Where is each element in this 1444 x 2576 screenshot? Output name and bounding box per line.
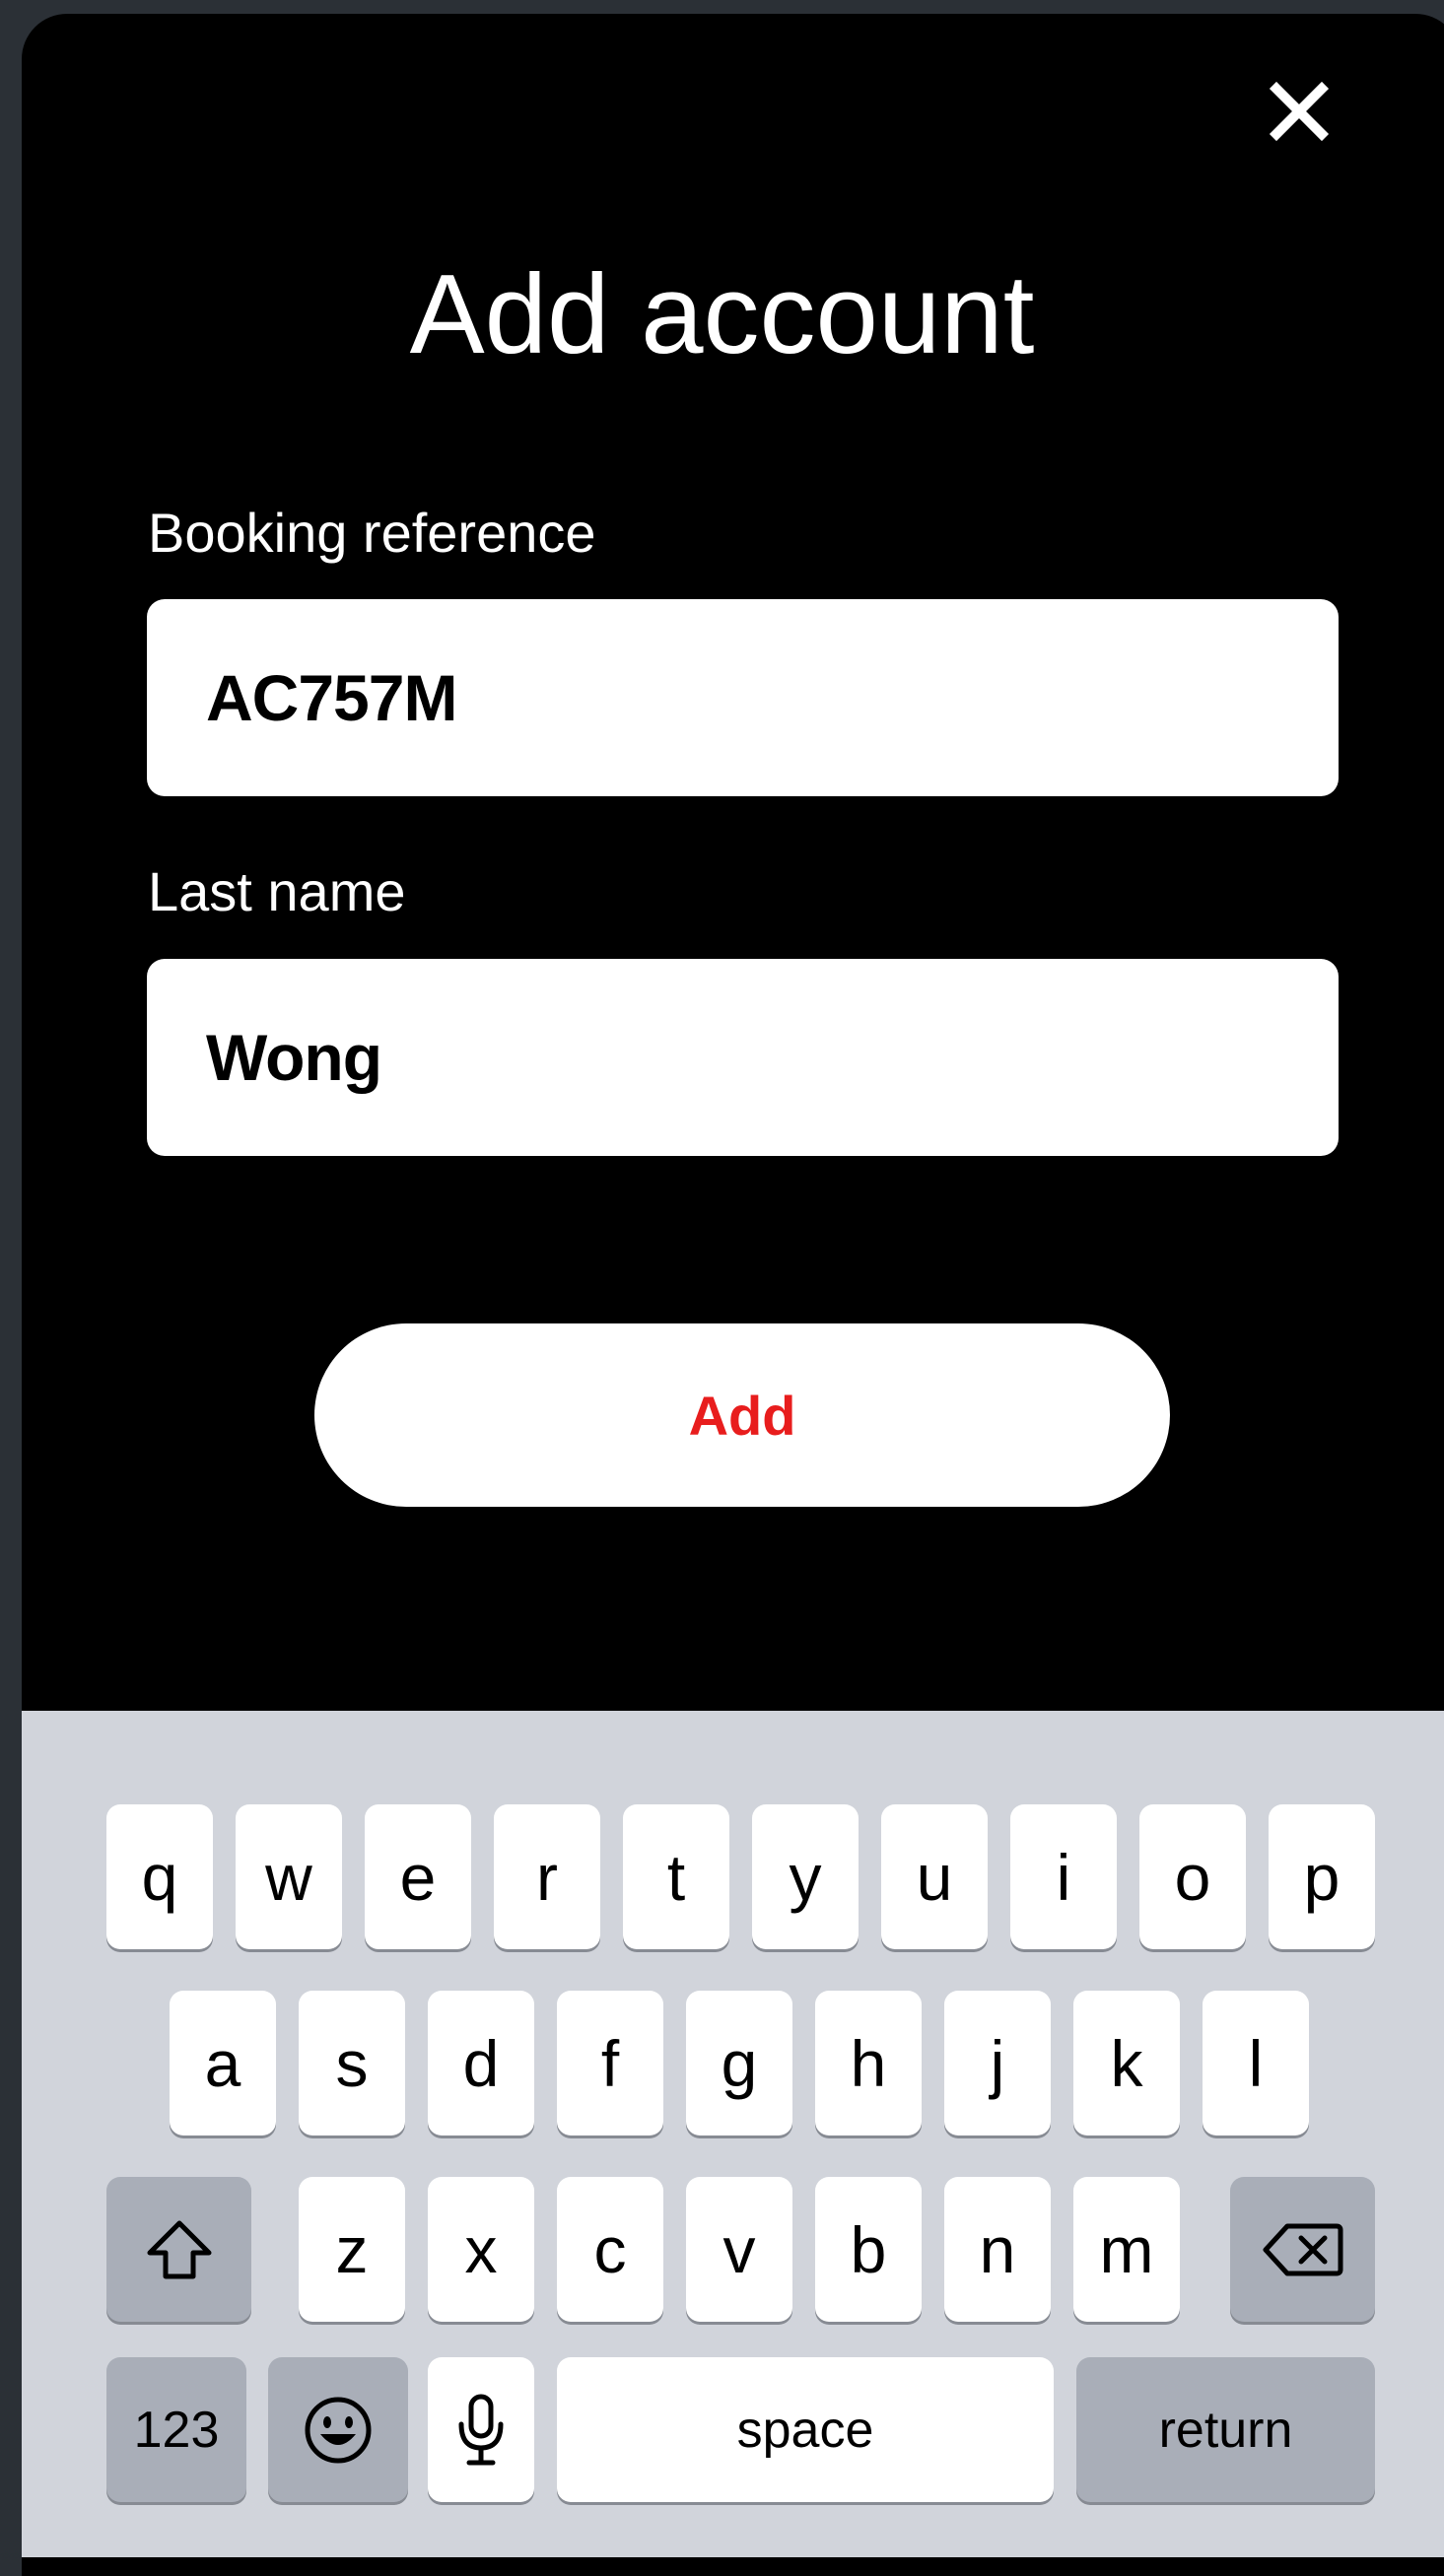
emoji-key[interactable] <box>268 2357 408 2502</box>
key-b[interactable]: b <box>815 2177 922 2322</box>
key-u[interactable]: u <box>881 1804 988 1949</box>
key-g[interactable]: g <box>686 1991 792 2135</box>
booking-reference-value: AC757M <box>206 661 457 734</box>
key-label: a <box>204 2026 241 2100</box>
key-label: l <box>1248 2026 1264 2100</box>
shift-key[interactable] <box>106 2177 251 2322</box>
key-n[interactable]: n <box>944 2177 1051 2322</box>
key-y[interactable]: y <box>752 1804 859 1949</box>
delete-key[interactable] <box>1230 2177 1375 2322</box>
key-label: o <box>1174 1840 1211 1914</box>
key-label: u <box>916 1840 953 1914</box>
key-label: x <box>464 2212 498 2286</box>
key-label: c <box>593 2212 627 2286</box>
space-key[interactable]: space <box>557 2357 1054 2502</box>
key-label: z <box>335 2212 369 2286</box>
add-button[interactable]: Add <box>314 1323 1170 1507</box>
key-label: return <box>1158 2401 1293 2459</box>
key-l[interactable]: l <box>1203 1991 1309 2135</box>
key-label: n <box>979 2212 1016 2286</box>
on-screen-keyboard: q w e r t y u i o p a s d f g h j k l z … <box>22 1711 1444 2557</box>
key-label: f <box>600 2026 620 2100</box>
key-label: q <box>141 1840 178 1914</box>
key-f[interactable]: f <box>557 1991 663 2135</box>
key-r[interactable]: r <box>494 1804 600 1949</box>
booking-reference-input[interactable]: AC757M <box>147 599 1339 796</box>
key-e[interactable]: e <box>365 1804 471 1949</box>
key-label: t <box>666 1840 686 1914</box>
key-label: k <box>1110 2026 1143 2100</box>
dialog-title: Add account <box>409 252 1035 377</box>
key-label: y <box>789 1840 822 1914</box>
key-m[interactable]: m <box>1073 2177 1180 2322</box>
last-name-value: Wong <box>206 1021 382 1094</box>
key-label: 123 <box>133 2401 220 2459</box>
key-label: m <box>1099 2212 1154 2286</box>
key-c[interactable]: c <box>557 2177 663 2322</box>
key-d[interactable]: d <box>428 1991 534 2135</box>
key-label: s <box>335 2026 369 2100</box>
key-label: g <box>721 2026 758 2100</box>
key-x[interactable]: x <box>428 2177 534 2322</box>
key-s[interactable]: s <box>299 1991 405 2135</box>
key-j[interactable]: j <box>944 1991 1051 2135</box>
key-i[interactable]: i <box>1010 1804 1117 1949</box>
key-label: i <box>1056 1840 1071 1914</box>
delete-icon <box>1263 2223 1342 2275</box>
key-w[interactable]: w <box>236 1804 342 1949</box>
numbers-key[interactable]: 123 <box>106 2357 246 2502</box>
shift-icon <box>147 2220 211 2278</box>
key-z[interactable]: z <box>299 2177 405 2322</box>
key-a[interactable]: a <box>170 1991 276 2135</box>
last-name-input[interactable]: Wong <box>147 959 1339 1156</box>
key-t[interactable]: t <box>623 1804 729 1949</box>
key-label: v <box>722 2212 756 2286</box>
return-key[interactable]: return <box>1076 2357 1375 2502</box>
key-label: space <box>736 2401 874 2459</box>
close-button[interactable] <box>1265 77 1334 146</box>
key-label: p <box>1303 1840 1341 1914</box>
key-k[interactable]: k <box>1073 1991 1180 2135</box>
key-label: h <box>850 2026 887 2100</box>
key-q[interactable]: q <box>106 1804 213 1949</box>
key-label: j <box>990 2026 1005 2100</box>
close-icon <box>1269 81 1330 142</box>
key-p[interactable]: p <box>1269 1804 1375 1949</box>
key-label: b <box>850 2212 887 2286</box>
key-label: r <box>536 1840 558 1914</box>
dictation-key[interactable] <box>428 2357 534 2502</box>
last-name-label: Last name <box>148 860 406 922</box>
key-label: w <box>265 1840 312 1914</box>
key-h[interactable]: h <box>815 1991 922 2135</box>
key-label: d <box>462 2026 500 2100</box>
key-o[interactable]: o <box>1139 1804 1246 1949</box>
key-v[interactable]: v <box>686 2177 792 2322</box>
add-button-label: Add <box>688 1384 796 1447</box>
key-label: e <box>399 1840 437 1914</box>
booking-reference-label: Booking reference <box>148 502 596 564</box>
microphone-icon <box>458 2394 504 2465</box>
emoji-icon <box>305 2397 372 2463</box>
